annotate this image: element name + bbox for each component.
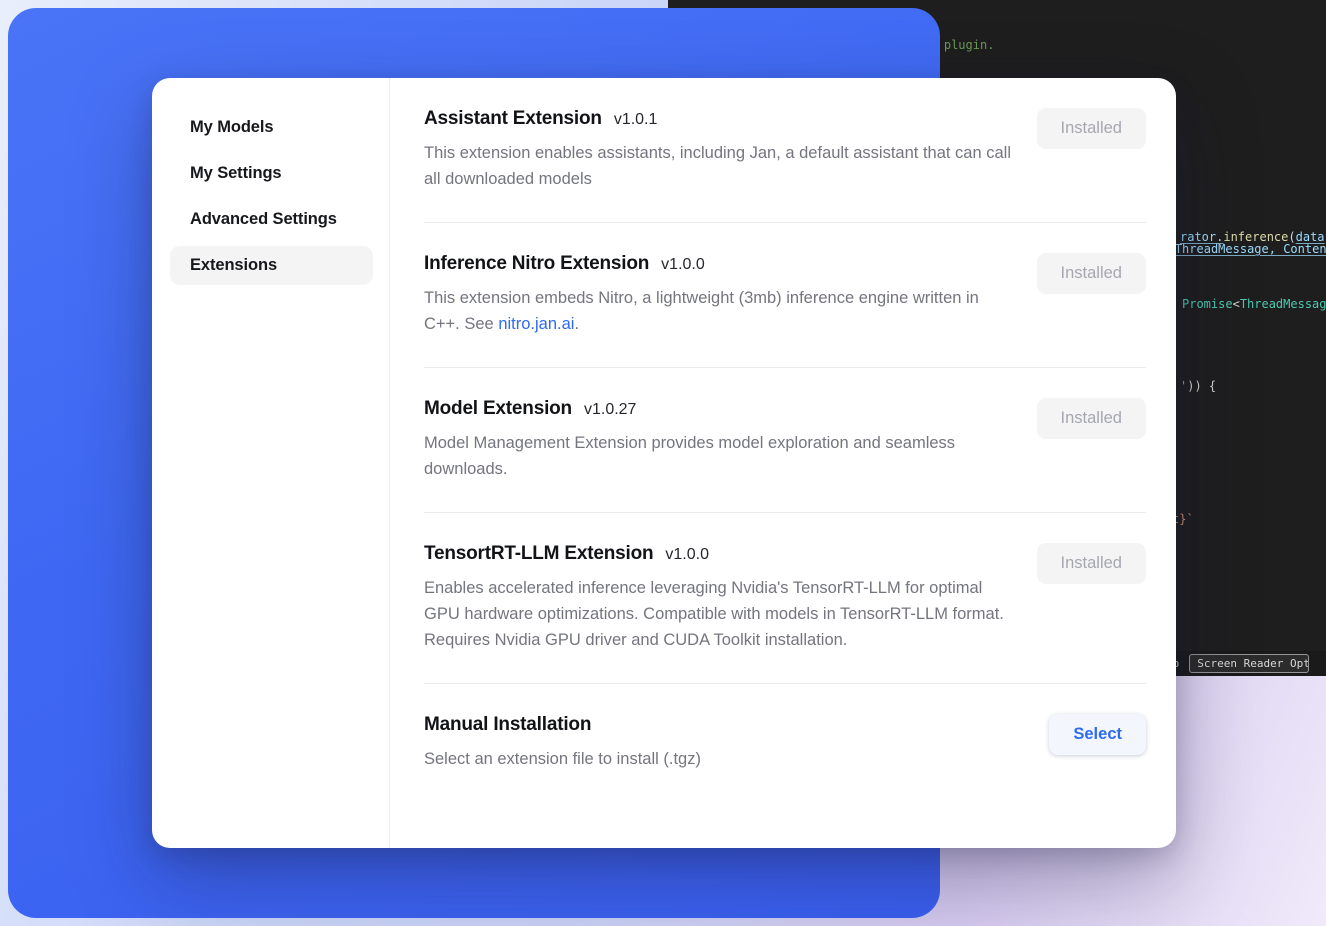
description-text: . [574,315,579,333]
extension-title: Inference Nitro Extension [424,253,649,275]
extension-info: Assistant Extension v1.0.1 This extensio… [424,108,1012,192]
manual-installation-row: Manual Installation Select an extension … [424,684,1146,772]
extension-row: Model Extension v1.0.27 Model Management… [424,368,1146,513]
extension-heading: Inference Nitro Extension v1.0.0 [424,253,1012,275]
extensions-list: Assistant Extension v1.0.1 This extensio… [390,78,1176,848]
extension-info: Model Extension v1.0.27 Model Management… [424,398,1012,482]
extension-description: Enables accelerated inference leveraging… [424,575,1012,653]
extension-heading: Manual Installation [424,714,1012,736]
extension-info: Manual Installation Select an extension … [424,714,1012,772]
extension-title: Model Extension [424,398,572,420]
extension-heading: Assistant Extension v1.0.1 [424,108,1012,130]
sidebar-item-my-models[interactable]: My Models [170,108,373,147]
extension-version: v1.0.1 [614,111,658,129]
manual-installation-description: Select an extension file to install (.tg… [424,746,1012,772]
sidebar-item-extensions[interactable]: Extensions [170,246,373,285]
installed-button[interactable]: Installed [1037,253,1146,294]
code-fragment: rator.inference(data)); [1180,230,1326,244]
extension-version: v1.0.27 [584,401,636,419]
extension-row: TensortRT-LLM Extension v1.0.0 Enables a… [424,513,1146,684]
extension-description: This extension embeds Nitro, a lightweig… [424,285,1012,337]
extension-row: Assistant Extension v1.0.1 This extensio… [424,108,1146,223]
extension-heading: Model Extension v1.0.27 [424,398,1012,420]
extension-title: TensortRT-LLM Extension [424,543,653,565]
extension-version: v1.0.0 [665,546,709,564]
code-fragment: ')) { [1180,379,1216,393]
nitro-jan-ai-link[interactable]: nitro.jan.ai [498,315,574,333]
extension-row: Inference Nitro Extension v1.0.0 This ex… [424,223,1146,368]
code-fragment: Promise<ThreadMessage> [1182,297,1326,311]
settings-modal: My Models My Settings Advanced Settings … [152,78,1176,848]
extension-info: TensortRT-LLM Extension v1.0.0 Enables a… [424,543,1012,653]
extension-description: This extension enables assistants, inclu… [424,140,1012,192]
sidebar-item-advanced-settings[interactable]: Advanced Settings [170,200,373,239]
installed-button[interactable]: Installed [1037,398,1146,439]
select-file-button[interactable]: Select [1049,714,1146,755]
settings-sidebar: My Models My Settings Advanced Settings … [152,78,390,848]
extension-title: Assistant Extension [424,108,602,130]
sidebar-item-my-settings[interactable]: My Settings [170,154,373,193]
screen-reader-optimized-badge[interactable]: Screen Reader Optimized [1189,654,1309,673]
desktop: 2 * The entrypoint for the plugin. 3 */ … [0,0,1326,926]
extension-info: Inference Nitro Extension v1.0.0 This ex… [424,253,1012,337]
extension-heading: TensortRT-LLM Extension v1.0.0 [424,543,1012,565]
installed-button[interactable]: Installed [1037,108,1146,149]
extension-version: v1.0.0 [661,256,705,274]
manual-installation-title: Manual Installation [424,714,591,736]
installed-button[interactable]: Installed [1037,543,1146,584]
extension-description: Model Management Extension provides mode… [424,430,1012,482]
